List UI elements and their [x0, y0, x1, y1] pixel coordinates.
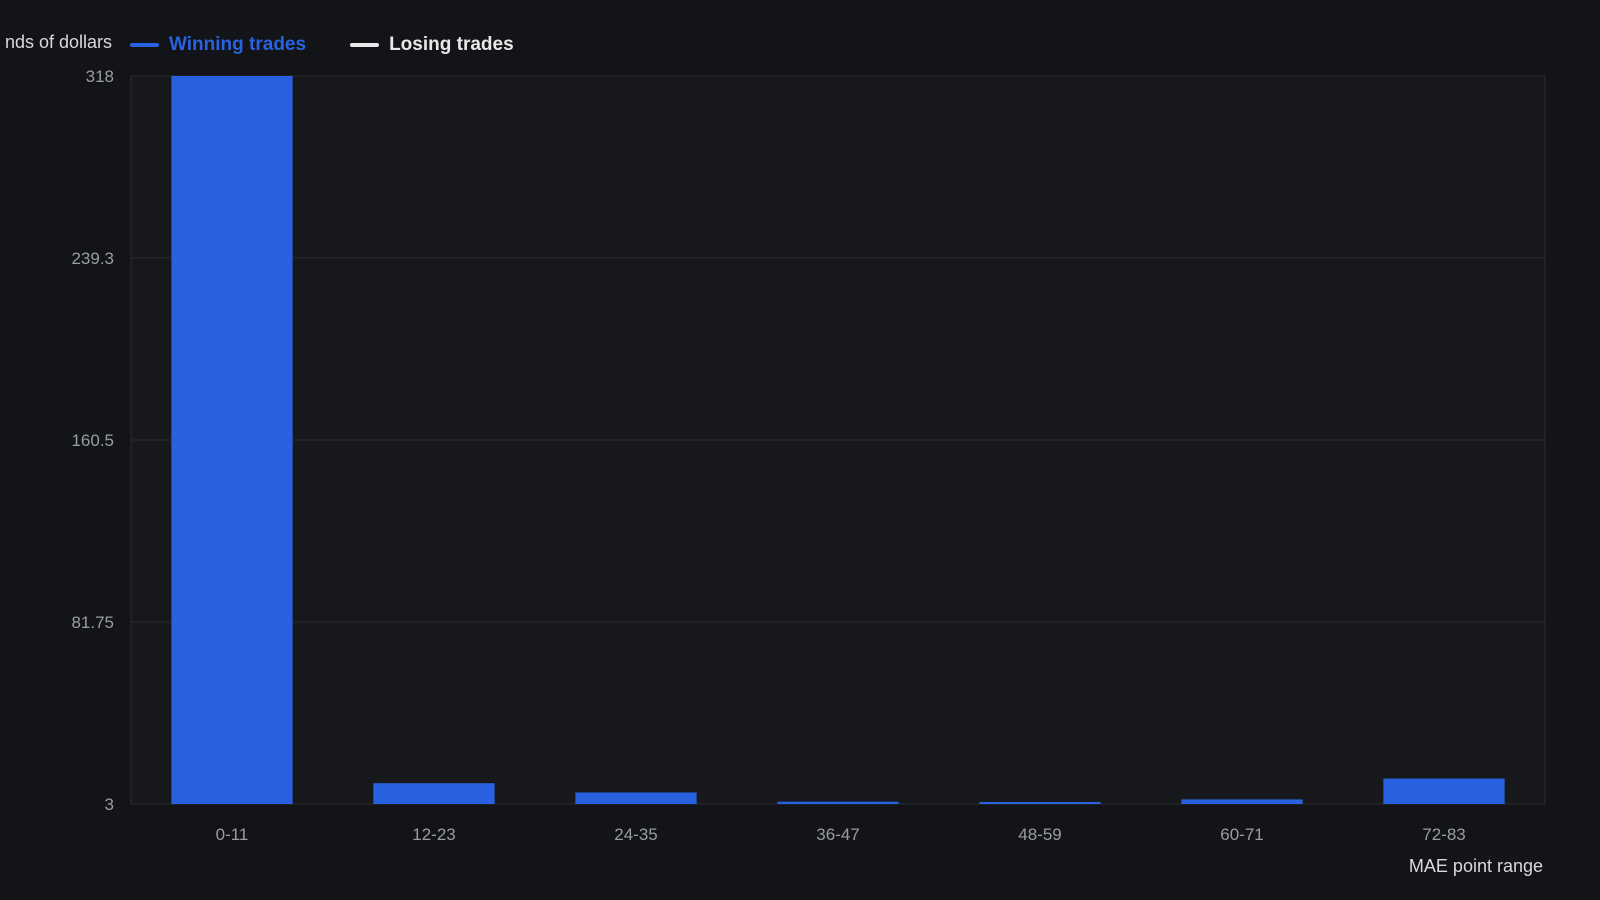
x-axis-label: MAE point range — [1408, 856, 1543, 876]
bar-48-59[interactable] — [979, 802, 1101, 804]
bar-12-23[interactable] — [373, 783, 495, 804]
y-tick-label: 239.3 — [71, 249, 114, 268]
bar-24-35[interactable] — [575, 792, 697, 804]
x-tick-label: 12-23 — [412, 825, 455, 844]
x-tick-label: 72-83 — [1422, 825, 1465, 844]
chart-container: nds of dollars Winning trades Losing tra… — [0, 0, 1600, 900]
x-tick-label: 48-59 — [1018, 825, 1061, 844]
bar-0-11[interactable] — [171, 76, 293, 804]
x-tick-label: 24-35 — [614, 825, 657, 844]
bar-60-71[interactable] — [1181, 799, 1303, 804]
x-tick-labels: 0-11 12-23 24-35 36-47 48-59 60-71 72-83 — [216, 825, 1466, 844]
y-tick-label: 81.75 — [71, 613, 114, 632]
x-tick-label: 0-11 — [216, 825, 249, 844]
x-tick-label: 60-71 — [1220, 825, 1263, 844]
y-tick-label: 318 — [86, 67, 114, 86]
y-tick-labels: 318 239.3 160.5 81.75 3 — [71, 67, 114, 814]
bar-chart: 318 239.3 160.5 81.75 3 0-11 12-23 24-35 36-47 4… — [71, 67, 1546, 844]
x-tick-label: 36-47 — [816, 825, 859, 844]
bar-72-83[interactable] — [1383, 778, 1505, 804]
bar-36-47[interactable] — [777, 801, 899, 804]
y-tick-label: 160.5 — [71, 431, 114, 450]
y-tick-label: 3 — [105, 795, 114, 814]
